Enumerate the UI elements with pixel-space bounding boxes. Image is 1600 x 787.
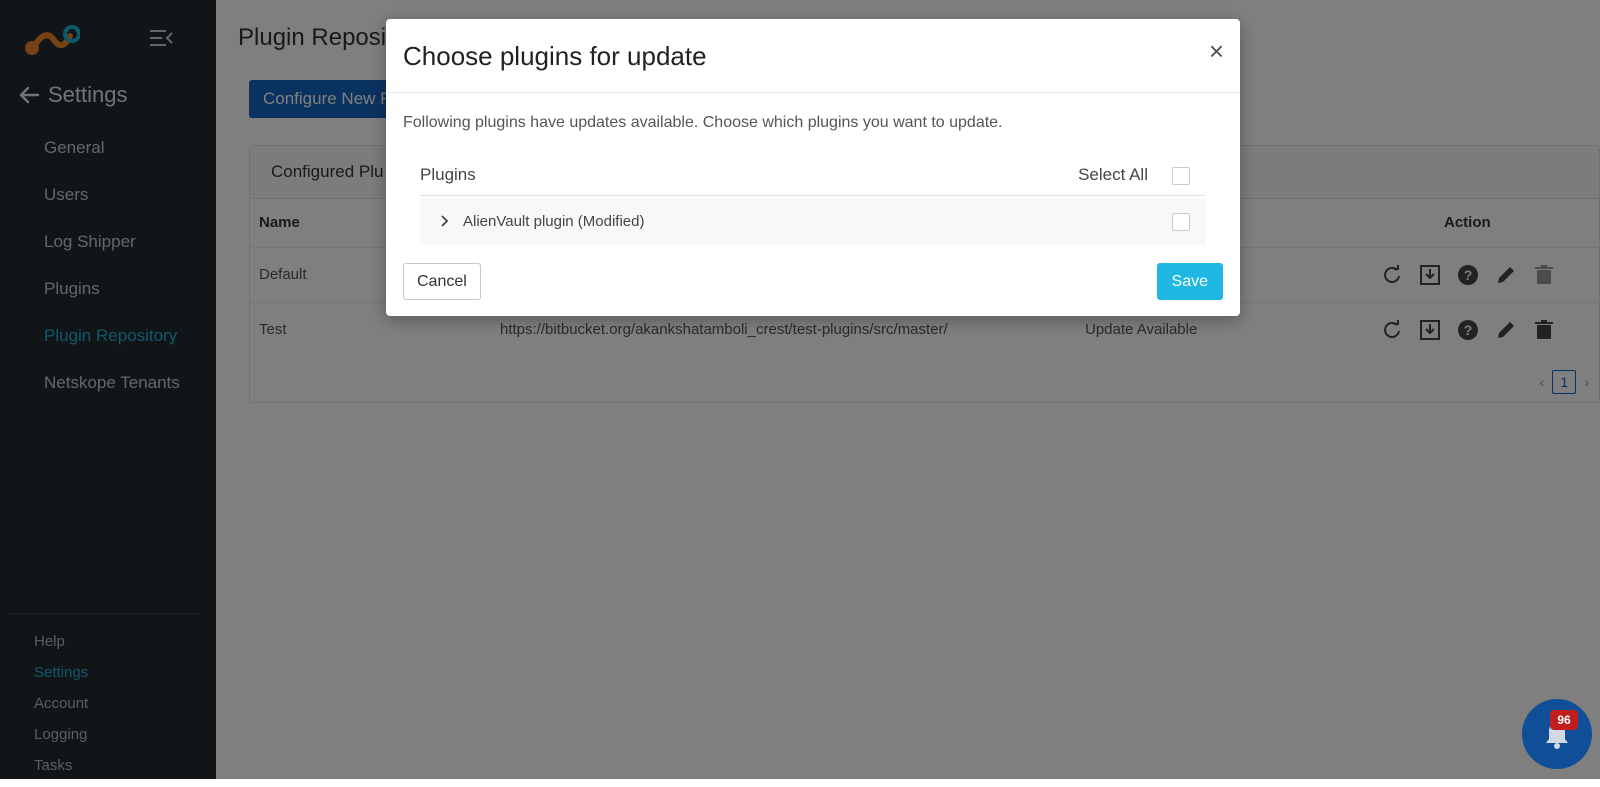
plugin-checkbox[interactable] [1172, 213, 1190, 231]
plugins-list-header: Plugins Select All [420, 155, 1206, 196]
save-button[interactable]: Save [1156, 263, 1223, 300]
cancel-button[interactable]: Cancel [403, 263, 481, 300]
modal-description: Following plugins have updates available… [403, 114, 1003, 131]
plugin-list-item: AlienVault plugin (Modified) [420, 198, 1206, 245]
plugin-name: AlienVault plugin (Modified) [463, 213, 645, 230]
plugins-column-label: Plugins [420, 165, 476, 184]
notification-count-badge: 96 [1550, 710, 1578, 730]
choose-plugins-modal: Choose plugins for update × Following pl… [386, 19, 1240, 316]
chevron-right-icon[interactable] [439, 213, 451, 229]
close-icon[interactable]: × [1209, 37, 1224, 65]
modal-title: Choose plugins for update [403, 41, 707, 71]
modal-header: Choose plugins for update × [386, 19, 1240, 93]
select-all-checkbox[interactable] [1172, 167, 1190, 185]
select-all-label: Select All [1078, 165, 1148, 184]
